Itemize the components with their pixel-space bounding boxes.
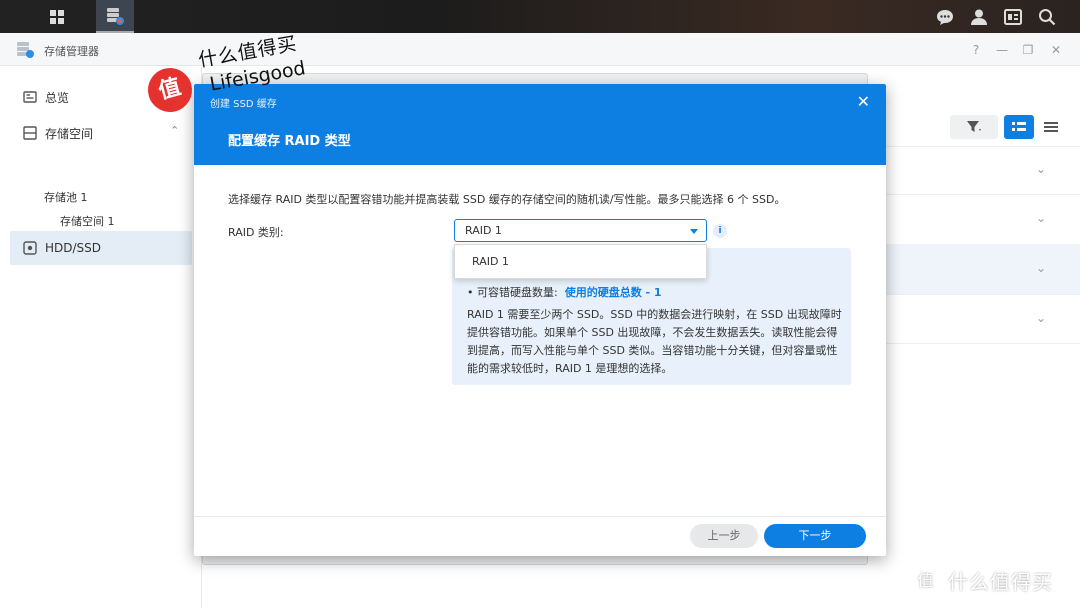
sidebar-item-volume-1[interactable]: 存储空间 1 — [60, 213, 115, 229]
chevron-down-icon[interactable]: ⌄ — [1036, 311, 1046, 325]
taskbar — [0, 0, 1080, 33]
help-button[interactable]: ? — [966, 41, 986, 59]
storage-manager-icon — [107, 7, 124, 25]
fault-tolerance-line: • 可容错硬盘数量: 使用的硬盘总数 - 1 — [467, 284, 662, 300]
raid-info-text: RAID 1 需要至少两个 SSD。SSD 中的数据会进行映射，在 SSD 出现… — [467, 308, 842, 375]
corner-watermark: 值 什么值得买 — [912, 566, 1053, 595]
filter-button[interactable] — [950, 115, 998, 139]
corner-watermark-text: 什么值得买 — [948, 570, 1053, 594]
menu-icon — [1044, 122, 1058, 132]
chevron-down-icon[interactable]: ⌄ — [1036, 162, 1046, 176]
sidebar-item-hdd-ssd[interactable]: HDD/SSD — [10, 231, 192, 265]
widgets-button[interactable] — [996, 0, 1030, 33]
minimize-button[interactable]: — — [992, 41, 1012, 59]
user-button[interactable] — [962, 0, 996, 33]
raid-type-selected-value: RAID 1 — [465, 224, 502, 237]
chevron-down-icon[interactable]: ⌄ — [1036, 211, 1046, 225]
fault-tolerance-label: • 可容错硬盘数量: — [467, 286, 558, 299]
list-view-button[interactable] — [1004, 115, 1034, 139]
raid-option[interactable]: RAID 1 — [472, 255, 509, 268]
corner-watermark-badge: 值 — [912, 566, 940, 595]
app-titlebar: 存储管理器 ? — ❐ ✕ — [0, 33, 1080, 66]
close-icon[interactable]: ✕ — [857, 92, 870, 111]
list-divider — [880, 146, 1080, 147]
compact-view-button[interactable] — [1038, 115, 1064, 139]
dialog-description: 选择缓存 RAID 类型以配置容错功能并提高装载 SSD 缓存的存储空间的随机读… — [228, 193, 786, 206]
storage-manager-app-icon — [17, 42, 34, 58]
raid-type-dropdown: RAID 1 — [454, 244, 707, 279]
widgets-icon — [1004, 8, 1022, 25]
selected-drive-row[interactable] — [880, 244, 1080, 294]
dialog-heading: 配置缓存 RAID 类型 — [228, 134, 351, 149]
fault-tolerance-value: 使用的硬盘总数 - 1 — [564, 286, 662, 299]
app-title: 存储管理器 — [44, 45, 99, 58]
dialog-window-title: 创建 SSD 缓存 — [210, 99, 277, 110]
list-divider — [880, 294, 1080, 295]
close-window-button[interactable]: ✕ — [1046, 41, 1066, 59]
user-icon — [971, 9, 987, 25]
info-icon[interactable]: i — [713, 224, 727, 238]
sidebar-item-label: HDD/SSD — [45, 241, 102, 255]
raid-type-label: RAID 类别: — [228, 226, 284, 239]
raid-type-select[interactable]: RAID 1 — [454, 219, 707, 242]
search-button[interactable] — [1030, 0, 1064, 33]
previous-button[interactable]: 上一步 — [690, 524, 758, 548]
drive-icon — [23, 241, 37, 255]
list-divider — [880, 194, 1080, 195]
chat-icon — [937, 9, 953, 25]
chevron-up-icon[interactable]: ⌃ — [170, 124, 179, 137]
sidebar-item-label: 存储空间 — [45, 126, 94, 141]
detail-list-icon — [1012, 122, 1026, 131]
list-divider — [880, 343, 1080, 344]
sidebar-item-label: 总览 — [45, 90, 70, 105]
storage-icon — [23, 126, 37, 140]
chat-button[interactable] — [928, 0, 962, 33]
main-menu-button[interactable] — [38, 0, 76, 33]
chevron-down-icon[interactable]: ⌄ — [1036, 261, 1046, 275]
overview-icon — [23, 91, 37, 103]
grid-icon — [50, 9, 64, 24]
sidebar-item-storage-pool-1[interactable]: 存储池 1 — [44, 189, 88, 205]
next-button[interactable]: 下一步 — [764, 524, 866, 548]
create-ssd-cache-dialog: 创建 SSD 缓存 ✕ 配置缓存 RAID 类型 选择缓存 RAID 类型以配置… — [194, 84, 886, 556]
caret-down-icon — [690, 229, 698, 234]
sidebar: 总览 存储空间 ⌃ 存储池 1 存储空间 1 HDD/SSD — [0, 67, 202, 608]
dialog-header: 创建 SSD 缓存 ✕ 配置缓存 RAID 类型 — [194, 84, 886, 165]
restore-button[interactable]: ❐ — [1018, 41, 1038, 59]
storage-manager-taskbar-button[interactable] — [96, 0, 134, 33]
sidebar-item-storage[interactable]: 存储空间 ⌃ — [10, 116, 192, 150]
search-icon — [1039, 8, 1056, 25]
filter-icon — [967, 121, 981, 132]
